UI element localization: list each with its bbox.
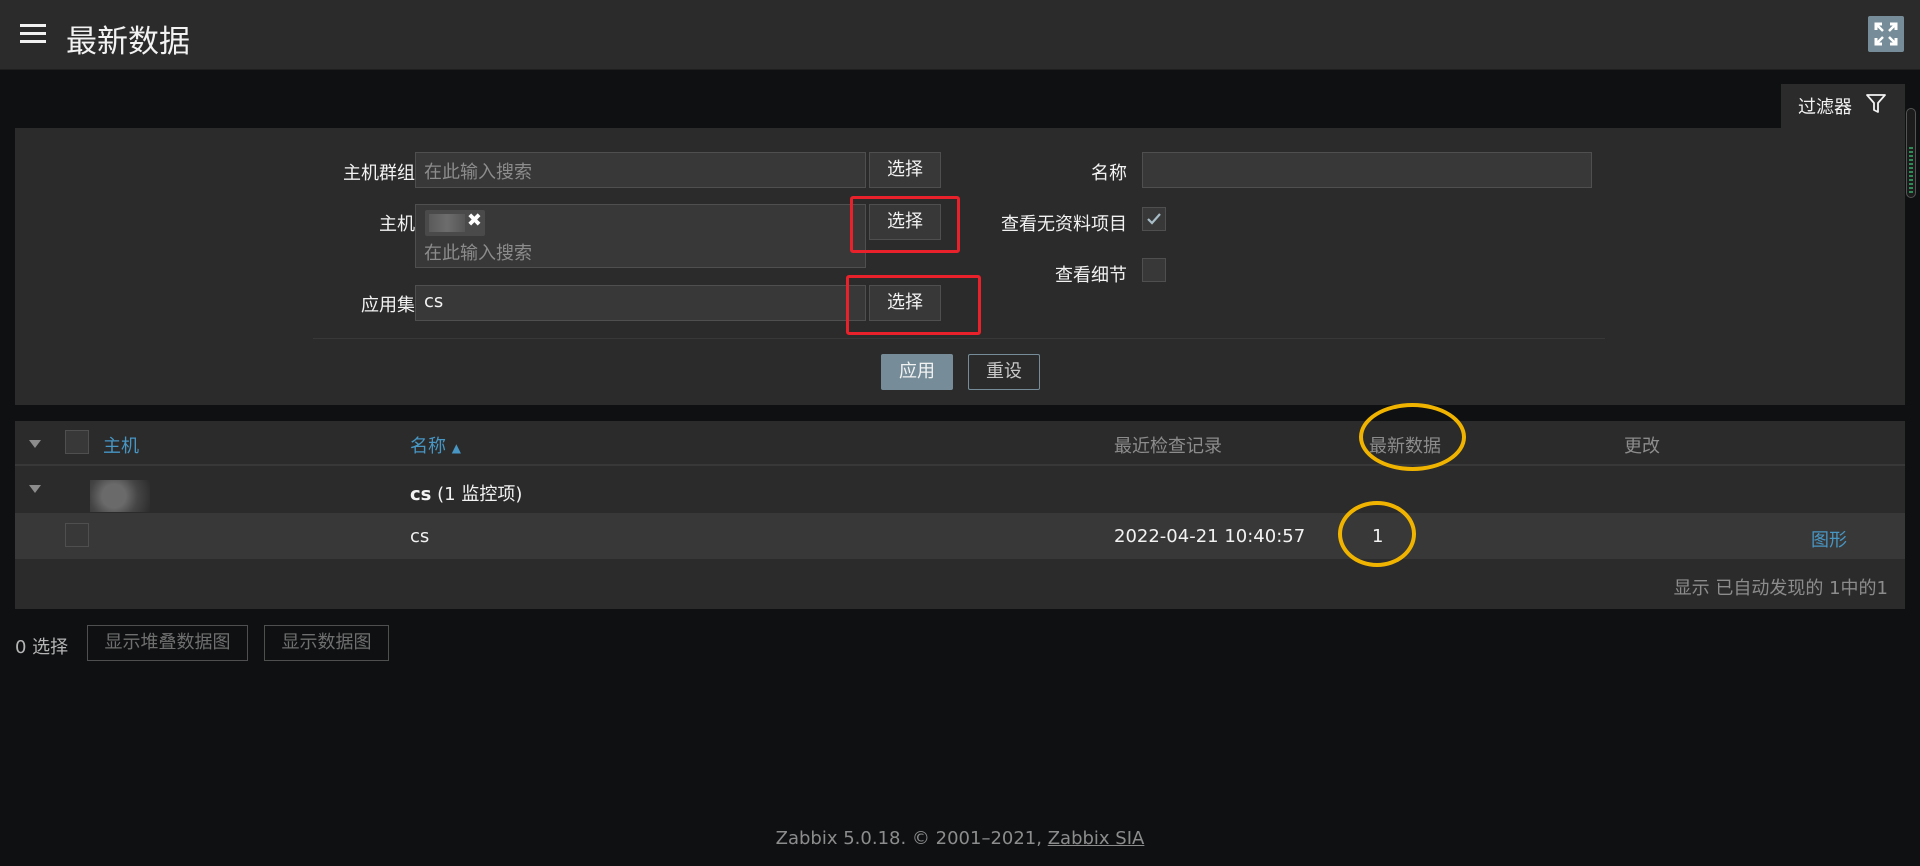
remove-chip-icon[interactable]: ✖ (467, 210, 482, 231)
paging-info: 显示 已自动发现的 1中的1 (1673, 578, 1888, 599)
host-groups-input[interactable]: 在此输入搜索 (415, 152, 866, 188)
table-row: cs 2022-04-21 10:40:57 1 图形 (15, 513, 1905, 559)
column-name[interactable]: 名称 ▲ (410, 432, 461, 458)
application-input[interactable]: cs (415, 285, 866, 321)
hamburger-menu-icon[interactable] (20, 24, 46, 44)
application-label: 应用集 (361, 295, 415, 316)
host-groups-select-button[interactable]: 选择 (869, 152, 941, 188)
annotation-box-hosts-select (850, 196, 960, 253)
item-name: cs (410, 526, 430, 547)
show-details-label: 查看细节 (1055, 265, 1127, 286)
name-input[interactable] (1142, 152, 1592, 188)
annotation-ring-last-value (1338, 501, 1416, 567)
latest-data-table: 主机 名称 ▲ 最近检查记录 最新数据 更改 cs (1 监控项) cs 202… (15, 421, 1905, 609)
page-title: 最新数据 (66, 24, 190, 60)
host-name-redacted (90, 480, 150, 512)
host-group-row: cs (1 监控项) (15, 468, 1905, 513)
sort-asc-icon: ▲ (451, 441, 461, 455)
filter-tab[interactable]: 过滤器 (1781, 84, 1905, 128)
graph-link[interactable]: 图形 (1811, 526, 1847, 552)
row-checkbox[interactable] (65, 523, 89, 547)
graph-button[interactable]: 显示数据图 (264, 625, 389, 661)
column-host[interactable]: 主机 (103, 432, 139, 458)
show-details-checkbox[interactable] (1142, 258, 1166, 282)
hosts-label: 主机 (379, 214, 415, 235)
host-groups-label: 主机群组 (343, 163, 415, 184)
selected-count: 0 选择 (15, 637, 69, 658)
stacked-graph-button[interactable]: 显示堆叠数据图 (87, 625, 248, 661)
annotation-ring-last-value-header (1359, 403, 1466, 471)
fullscreen-button[interactable] (1868, 16, 1904, 52)
hosts-multiselect[interactable]: ✖ 在此输入搜索 (415, 204, 866, 268)
zabbix-sia-link[interactable]: Zabbix SIA (1048, 828, 1145, 849)
filter-divider (313, 338, 1605, 339)
fullscreen-icon (1874, 22, 1898, 46)
apply-button[interactable]: 应用 (881, 354, 953, 390)
page-header: 最新数据 (0, 0, 1920, 70)
name-label: 名称 (1091, 163, 1127, 184)
copyright: Zabbix 5.0.18. © 2001–2021, Zabbix SIA (775, 828, 1145, 849)
select-all-checkbox[interactable] (65, 430, 89, 454)
table-header: 主机 名称 ▲ 最近检查记录 最新数据 更改 (15, 421, 1905, 466)
scrollbar[interactable] (1906, 108, 1916, 198)
show-without-data-checkbox[interactable] (1142, 207, 1166, 231)
hosts-placeholder: 在此输入搜索 (424, 243, 532, 264)
column-last-check: 最近检查记录 (1114, 436, 1222, 457)
show-without-data-label: 查看无资料项目 (1001, 214, 1127, 235)
funnel-icon (1866, 94, 1886, 113)
filter-panel: 主机群组 在此输入搜索 选择 主机 ✖ 在此输入搜索 选择 应用集 cs 选择 … (15, 128, 1905, 405)
filter-tab-label: 过滤器 (1798, 97, 1852, 118)
collapse-group-icon[interactable] (29, 485, 41, 493)
reset-button[interactable]: 重设 (968, 354, 1040, 390)
application-group-name: cs (1 监控项) (410, 484, 523, 505)
host-chip: ✖ (425, 210, 485, 236)
checkmark-icon (1147, 213, 1161, 225)
annotation-box-application-select (846, 275, 981, 335)
collapse-all-icon[interactable] (29, 440, 41, 448)
column-change: 更改 (1624, 436, 1660, 457)
item-last-check: 2022-04-21 10:40:57 (1114, 526, 1306, 547)
